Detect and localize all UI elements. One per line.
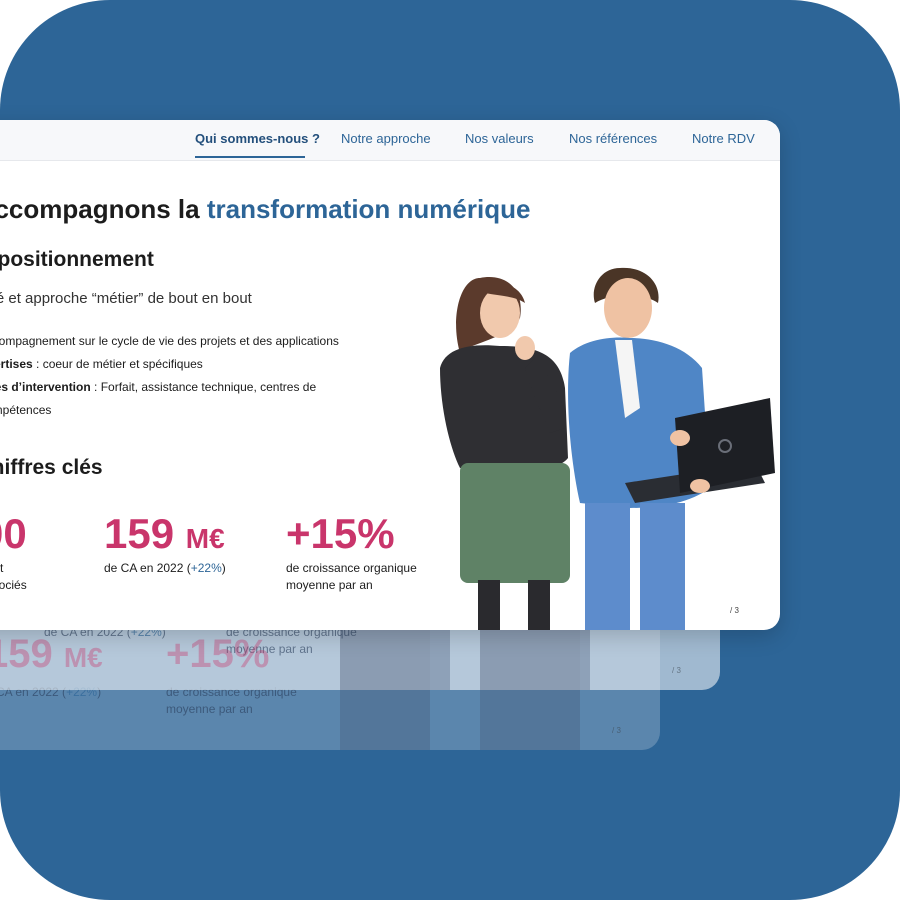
bullet-item: compétences	[0, 403, 52, 417]
ghost-1-kpi-a: 159 M€	[0, 632, 103, 676]
positioning-subtitle: nité et approche “métier” de bout en bou…	[0, 290, 252, 307]
slide-page-number: / 3	[730, 606, 739, 615]
positioning-bullets: accompagnement sur le cycle de vie des p…	[0, 330, 380, 422]
ghost-1-kpi-b: +15%	[166, 632, 270, 676]
man-figure	[568, 267, 775, 630]
kpi-growth-value: +15%	[286, 510, 395, 557]
nav-tab-values[interactable]: Nos valeurs	[465, 131, 534, 146]
kpi-revenue-caption: de CA en 2022 (+22%)	[104, 561, 226, 575]
kpi-revenue-value: 159 M€	[104, 510, 225, 557]
team-photo	[440, 267, 775, 630]
bullet-item: xpertises : coeur de métier et spécifiqu…	[0, 357, 203, 371]
bullet-item: accompagnement sur le cycle de vie des p…	[0, 334, 339, 348]
bullet-item: odes d’intervention : Forfait, assistanc…	[0, 380, 317, 394]
kpi-growth-caption: de croissance organique moyenne par an	[286, 561, 417, 592]
active-tab-underline	[195, 156, 305, 158]
kpi-headcount-value: 00	[0, 510, 27, 557]
ghost-1-page-number: / 3	[672, 666, 681, 675]
ghost-2-page-number: / 3	[612, 726, 621, 735]
nav-tab-about[interactable]: Qui sommes-nous ?	[195, 131, 320, 146]
positioning-heading: e positionnement	[0, 248, 154, 271]
presentation-slide: Qui sommes-nous ? Notre approche Nos val…	[0, 120, 780, 630]
nav-tab-approach[interactable]: Notre approche	[341, 131, 431, 146]
key-figures-heading: chiffres clés	[0, 456, 103, 479]
kpi-headcount-caption: dontassociés	[0, 561, 27, 592]
nav-tab-references[interactable]: Nos références	[569, 131, 657, 146]
slide-title: accompagnons la transformation numérique	[0, 194, 531, 224]
nav-tab-rdv[interactable]: Notre RDV	[692, 131, 755, 146]
slide-nav-bar: Qui sommes-nous ? Notre approche Nos val…	[0, 120, 780, 161]
app-tile-background: CA en 2022 (+22%) de croissance organiqu…	[0, 0, 900, 900]
woman-figure	[440, 277, 570, 630]
